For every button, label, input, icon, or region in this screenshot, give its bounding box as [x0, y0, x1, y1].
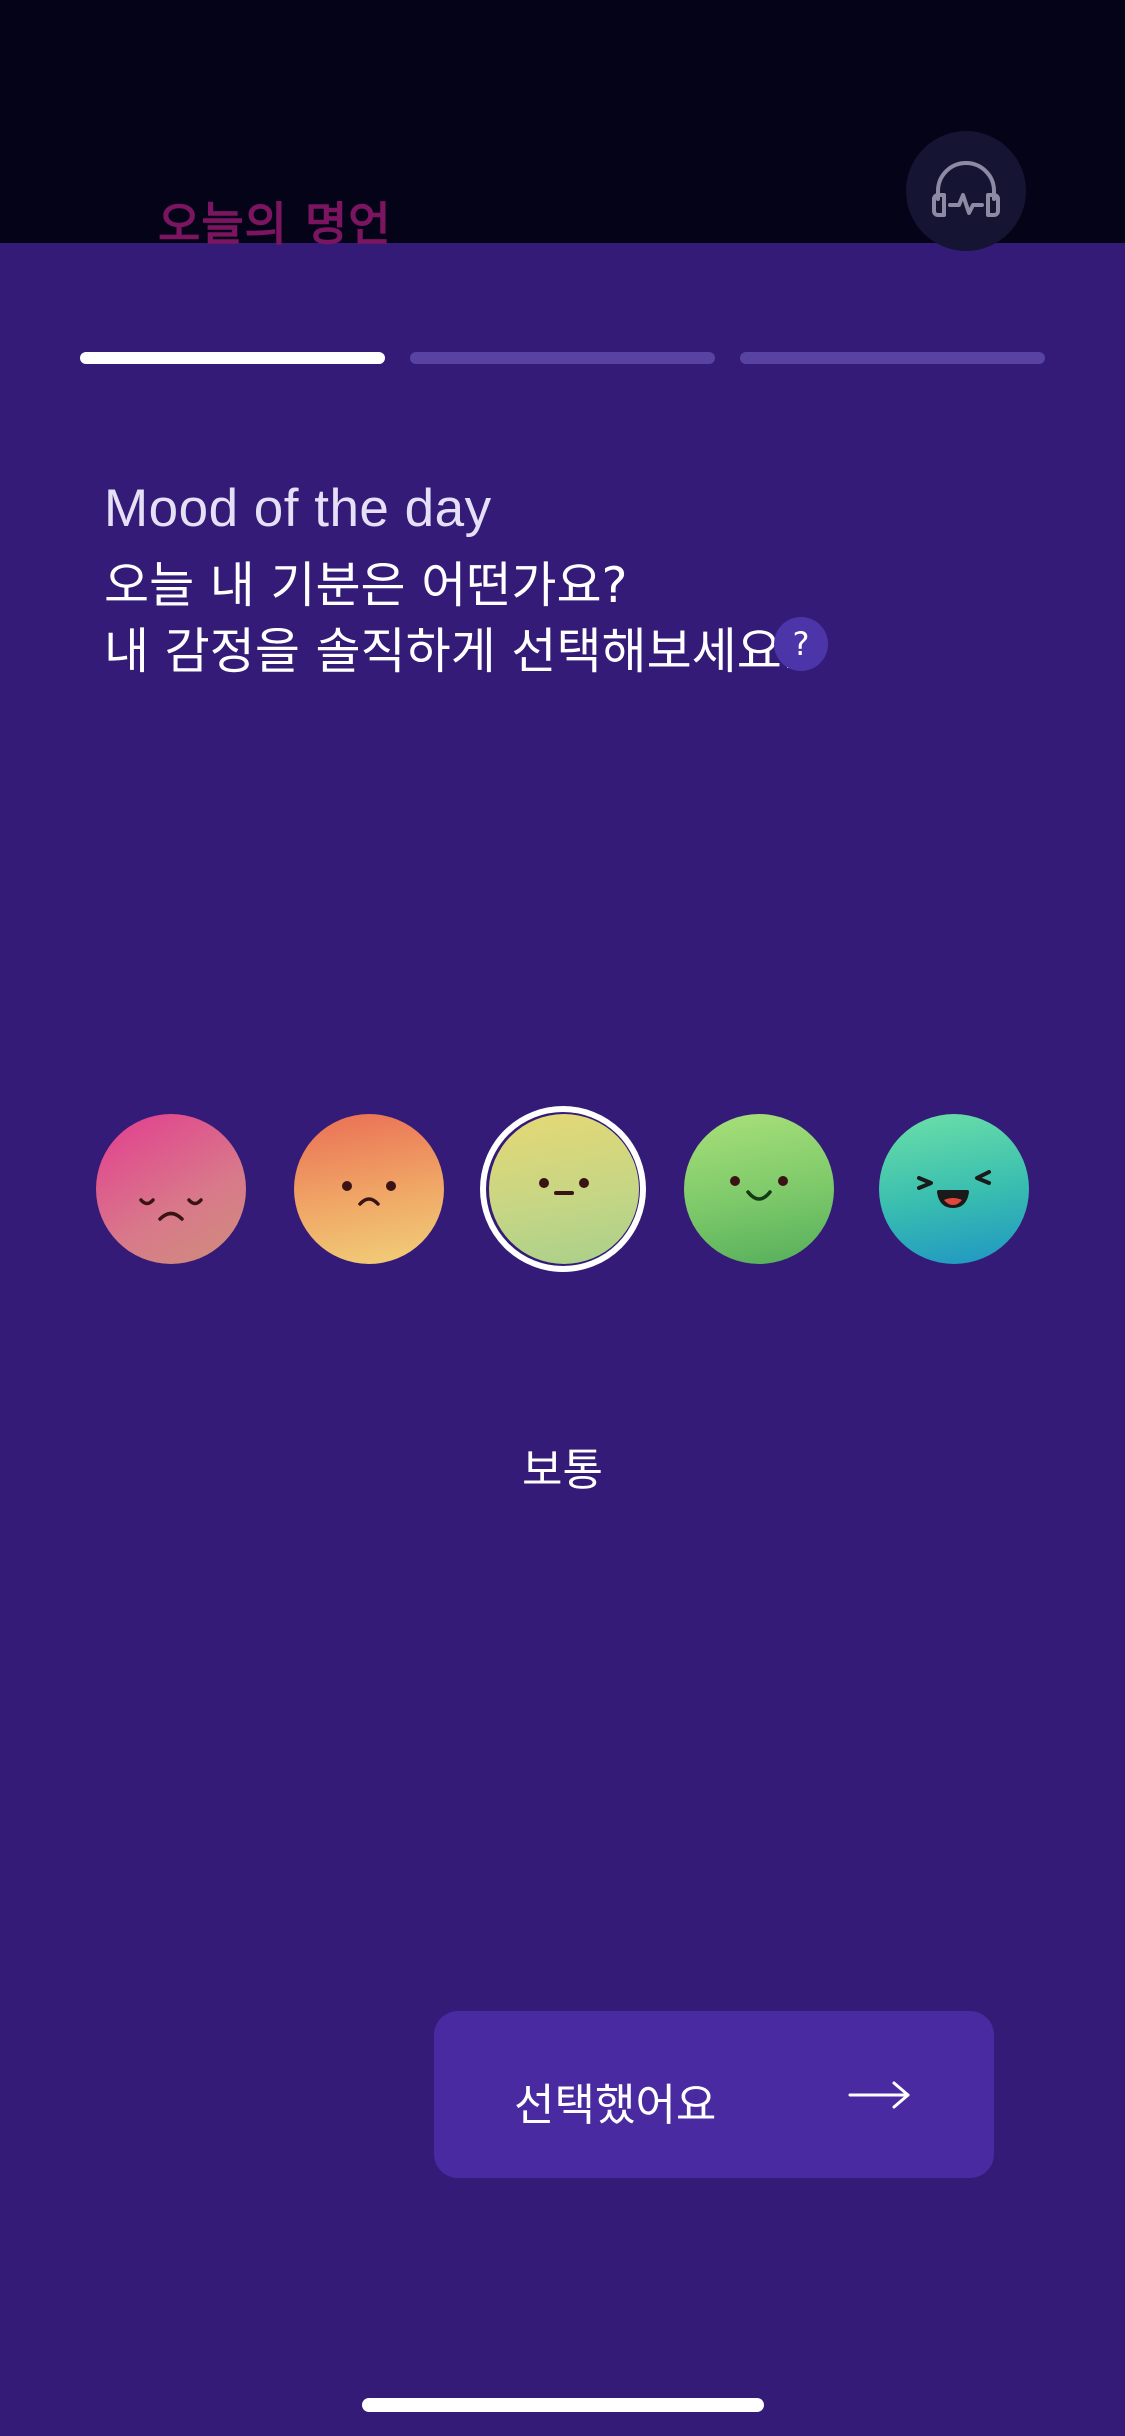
laughing-face-icon	[917, 1170, 991, 1208]
mood-option-good[interactable]	[684, 1114, 834, 1264]
selected-mood-label: 보통	[522, 1445, 603, 1496]
progress-step-2	[410, 352, 715, 364]
progress-step-3	[740, 352, 1045, 364]
confirm-button-label: 선택했어요	[514, 2080, 717, 2131]
confirm-selection-button[interactable]: 선택했어요	[434, 2011, 994, 2178]
heading-question: 오늘 내 기분은 어떤가요?	[104, 557, 628, 614]
mood-option-very-good[interactable]	[879, 1114, 1029, 1264]
heading-english: Mood of the day	[104, 479, 492, 538]
frown-face-icon	[342, 1181, 396, 1206]
sad-face-icon	[139, 1198, 203, 1221]
progress-step-1-active	[80, 352, 385, 364]
smile-face-icon	[730, 1176, 788, 1201]
quote-of-the-day-title[interactable]: 오늘의 명언	[158, 188, 392, 254]
audio-button[interactable]	[906, 131, 1026, 251]
mood-option-bad[interactable]	[294, 1114, 444, 1264]
headphones-pulse-icon	[932, 161, 1000, 217]
arrow-right-icon	[848, 2081, 910, 2109]
heading-instruction: 내 감정을 솔직하게 선택해보세요.	[104, 623, 798, 680]
help-button[interactable]: ?	[774, 617, 828, 671]
home-indicator[interactable]	[362, 2398, 764, 2412]
selected-indicator-ring	[480, 1106, 646, 1272]
mood-option-very-bad[interactable]	[96, 1114, 246, 1264]
